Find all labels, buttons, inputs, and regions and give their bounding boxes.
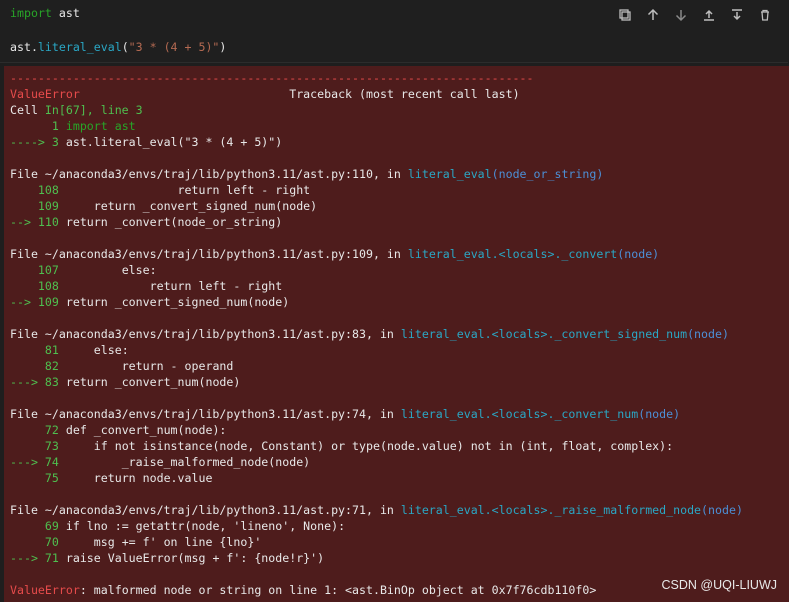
cell-line-1: 1 import ast: [51, 119, 136, 133]
code-line-2: ast.literal_eval("3 * (4 + 5)"): [10, 40, 227, 54]
insert-below-icon[interactable]: [726, 5, 748, 25]
frame-3-line: ---> 83 return _convert_num(node): [10, 375, 241, 389]
frame-3-line: 81 else:: [44, 343, 129, 357]
separator: ----------------------------------------…: [10, 71, 534, 85]
frame-4-line: 73 if not isinstance(node, Constant) or …: [44, 439, 674, 453]
frame-3-file: File ~/anaconda3/envs/traj/lib/python3.1…: [10, 327, 729, 341]
insert-above-icon[interactable]: [698, 5, 720, 25]
frame-4-file: File ~/anaconda3/envs/traj/lib/python3.1…: [10, 407, 681, 421]
frame-2-line: --> 109 return _convert_signed_num(node): [10, 295, 290, 309]
frame-1-line: 108 return left - right: [37, 183, 311, 197]
frame-3-line: 82 return - operand: [44, 359, 234, 373]
frame-1-line: 109 return _convert_signed_num(node): [37, 199, 318, 213]
frame-2-file: File ~/anaconda3/envs/traj/lib/python3.1…: [10, 247, 660, 261]
cell-reference: Cell In[67], line 3: [10, 103, 143, 117]
frame-4-line: 72 def _convert_num(node):: [44, 423, 227, 437]
error-output: ----------------------------------------…: [4, 66, 789, 602]
traceback-text: ----------------------------------------…: [10, 70, 789, 598]
delete-icon[interactable]: [754, 5, 776, 25]
frame-5-line: ---> 71 raise ValueError(msg + f': {node…: [10, 551, 325, 565]
frame-1-line: --> 110 return _convert(node_or_string): [10, 215, 283, 229]
code-cell[interactable]: import ast ast.literal_eval("3 * (4 + 5)…: [0, 0, 788, 63]
cell-toolbar: [614, 5, 776, 25]
copy-icon[interactable]: [614, 5, 636, 25]
watermark: CSDN @UQI-LIUWJ: [661, 578, 777, 592]
frame-1-file: File ~/anaconda3/envs/traj/lib/python3.1…: [10, 167, 604, 181]
frame-4-line: ---> 74 _raise_malformed_node(node): [10, 455, 311, 469]
move-down-icon[interactable]: [670, 5, 692, 25]
traceback-header: ValueError Traceback (most recent call l…: [10, 87, 520, 101]
move-up-icon[interactable]: [642, 5, 664, 25]
frame-2-line: 107 else:: [37, 263, 157, 277]
frame-2-line: 108 return left - right: [37, 279, 283, 293]
frame-5-line: 69 if lno := getattr(node, 'lineno', Non…: [44, 519, 346, 533]
frame-5-line: 70 msg += f' on line {lno}': [44, 535, 262, 549]
code-line-1: import ast: [10, 6, 80, 20]
cell-line-3: ----> 3 ast.literal_eval("3 * (4 + 5)"): [10, 135, 283, 149]
frame-5-file: File ~/anaconda3/envs/traj/lib/python3.1…: [10, 503, 743, 517]
frame-4-line: 75 return node.value: [44, 471, 213, 485]
